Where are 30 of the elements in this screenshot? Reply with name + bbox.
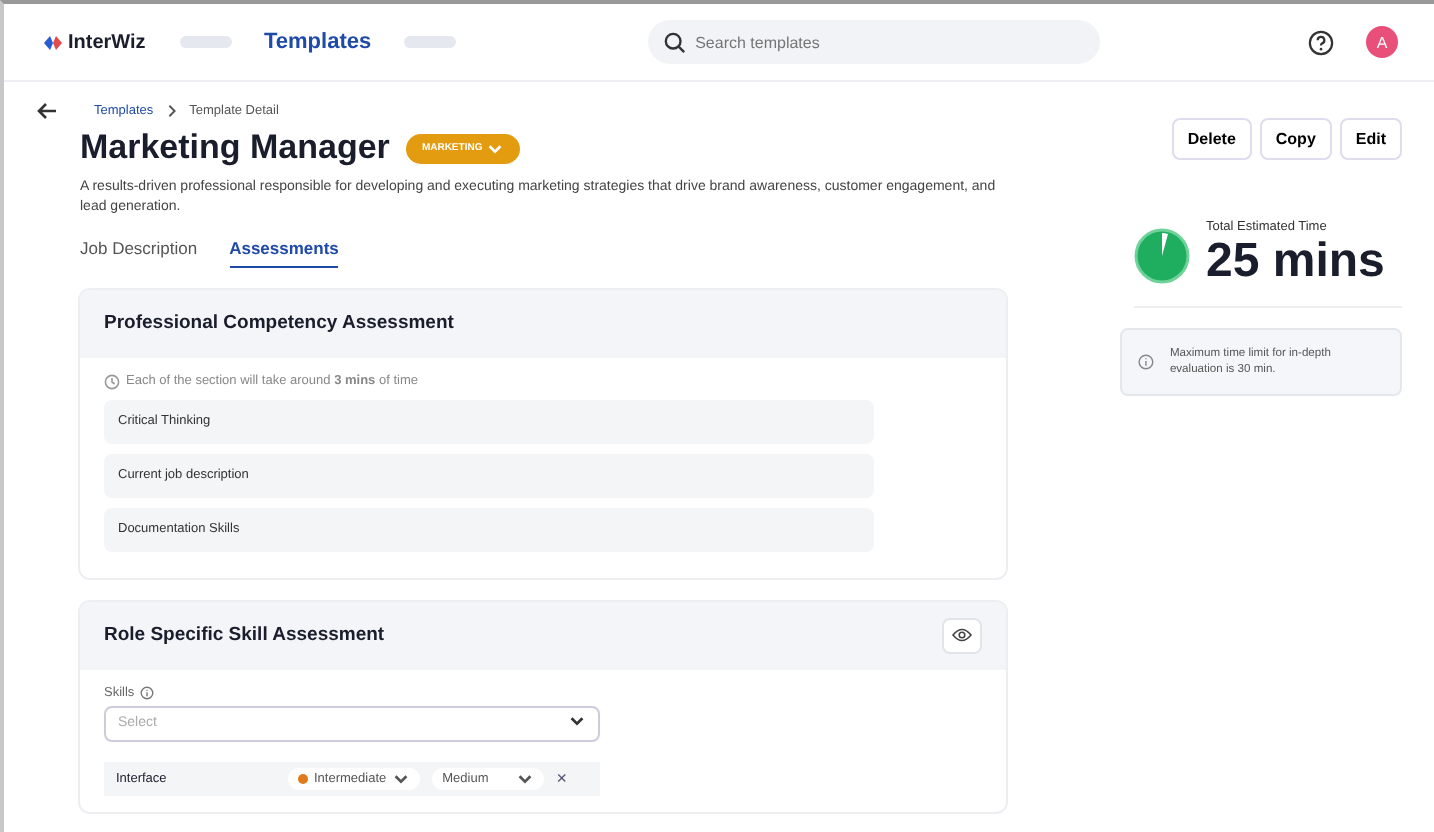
user-avatar[interactable]: A	[1366, 26, 1398, 58]
info-icon	[140, 685, 155, 700]
logo-text: InterWiz	[68, 31, 146, 53]
chevron-down-icon	[392, 769, 411, 788]
clock-icon	[104, 373, 120, 390]
search-field[interactable]: Search templates	[647, 20, 1100, 64]
nav-placeholder	[403, 36, 456, 48]
chevron-down-icon	[516, 769, 535, 788]
preview-button[interactable]	[942, 617, 982, 654]
chevron-down-icon	[568, 712, 586, 731]
nav-placeholder	[180, 36, 232, 48]
card-title: Professional Competency Assessment	[104, 312, 454, 335]
nav-link[interactable]: Templates	[264, 30, 372, 54]
card-title: Role Specific Skill Assessment	[104, 624, 385, 647]
chevron-right-icon	[165, 104, 178, 118]
remove-button[interactable]: ×	[556, 768, 568, 789]
info-icon	[1138, 352, 1154, 373]
eye-icon	[952, 628, 972, 643]
page-title: Marketing Manager	[80, 128, 390, 168]
tab[interactable]: Job Description	[80, 237, 198, 268]
estimate-value: 25 mins	[1206, 234, 1385, 290]
action-button[interactable]: Delete	[1171, 118, 1252, 160]
action-button[interactable]: Copy	[1259, 118, 1332, 160]
back-arrow-icon[interactable]	[36, 102, 58, 120]
chevron-down-icon	[486, 139, 505, 157]
logo-icon	[44, 35, 62, 49]
tab[interactable]: Assessments	[229, 237, 339, 268]
help-icon[interactable]	[1308, 29, 1334, 55]
pie-timer-icon	[1134, 227, 1190, 283]
action-button[interactable]: Edit	[1339, 118, 1402, 160]
